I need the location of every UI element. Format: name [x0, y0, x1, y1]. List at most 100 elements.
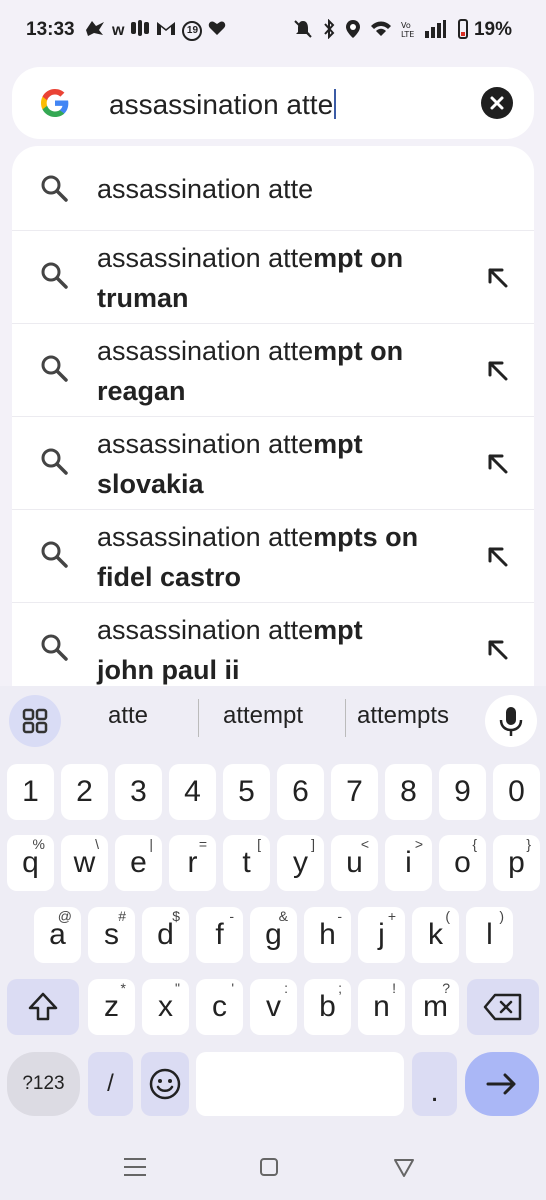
- key-alt-symbol: }: [526, 836, 531, 852]
- key-label: e: [130, 846, 147, 879]
- key-label: w: [73, 846, 96, 879]
- notification-icons: w 19: [84, 18, 226, 43]
- svg-text:Vo: Vo: [401, 21, 411, 30]
- clear-button[interactable]: [481, 87, 513, 119]
- key-h[interactable]: h-: [304, 907, 351, 963]
- key-alt-symbol: \: [95, 836, 99, 852]
- search-icon: [41, 448, 68, 475]
- key-label: v: [266, 990, 281, 1023]
- key-m[interactable]: m?: [412, 979, 459, 1035]
- key-c[interactable]: c ': [196, 979, 243, 1035]
- key-label: i: [405, 846, 412, 879]
- key-r[interactable]: r =: [169, 835, 216, 891]
- key-2[interactable]: 2: [61, 764, 108, 820]
- key-i[interactable]: i >: [385, 835, 432, 891]
- key-5[interactable]: 5: [223, 764, 270, 820]
- fill-query-arrow-icon[interactable]: [482, 262, 512, 292]
- recents-icon[interactable]: [122, 1156, 148, 1178]
- battery-percent: 19%: [473, 19, 512, 40]
- key-9[interactable]: 9: [439, 764, 486, 820]
- back-icon[interactable]: [392, 1157, 416, 1179]
- key-alt-symbol: >: [414, 836, 423, 852]
- word-suggestion[interactable]: attempt: [223, 702, 303, 730]
- 19-badge-icon: 19: [182, 20, 203, 41]
- key-alt-symbol: %: [32, 836, 45, 852]
- period-key[interactable]: .: [412, 1052, 457, 1116]
- key-alt-symbol: ]: [311, 836, 315, 852]
- key-1[interactable]: 1: [7, 764, 54, 820]
- key-alt-symbol: -: [229, 908, 234, 924]
- key-g[interactable]: g &: [250, 907, 297, 963]
- key-3[interactable]: 3: [115, 764, 162, 820]
- search-bar[interactable]: assassination atte: [12, 67, 534, 139]
- search-input[interactable]: assassination atte: [109, 89, 337, 121]
- key-f[interactable]: f-: [196, 907, 243, 963]
- key-8[interactable]: 8: [385, 764, 432, 820]
- key-label: l: [486, 918, 493, 951]
- key-alt-symbol: :: [284, 980, 288, 996]
- key-alt-symbol: #: [118, 908, 126, 924]
- apps-grid-button[interactable]: [9, 695, 61, 747]
- suggestion-item[interactable]: assassination atte: [12, 146, 534, 231]
- key-0[interactable]: 0: [493, 764, 540, 820]
- key-label: f: [215, 918, 224, 951]
- backspace-key[interactable]: [467, 979, 539, 1035]
- key-alt-symbol: ): [499, 908, 504, 924]
- key-l[interactable]: l): [466, 907, 513, 963]
- space-key[interactable]: [196, 1052, 404, 1116]
- fill-query-arrow-icon[interactable]: [482, 448, 512, 478]
- key-a[interactable]: a @: [34, 907, 81, 963]
- word-suggestion[interactable]: attempts: [357, 702, 449, 730]
- key-q[interactable]: q%: [7, 835, 54, 891]
- key-d[interactable]: d $: [142, 907, 189, 963]
- key-k[interactable]: k(: [412, 907, 459, 963]
- suggestion-item[interactable]: assassination attempt on reagan: [12, 323, 534, 417]
- key-label: r: [187, 846, 198, 879]
- key-t[interactable]: t[: [223, 835, 270, 891]
- key-x[interactable]: x ": [142, 979, 189, 1035]
- suggestion-item[interactable]: assassination attempt john paul ii: [12, 602, 534, 686]
- key-y[interactable]: y]: [277, 835, 324, 891]
- fill-query-arrow-icon[interactable]: [482, 541, 512, 571]
- enter-key[interactable]: [465, 1052, 539, 1116]
- emoji-key[interactable]: [141, 1052, 189, 1116]
- audio-icon: [130, 19, 150, 42]
- key-alt-symbol: ?: [442, 980, 450, 996]
- key-j[interactable]: j +: [358, 907, 405, 963]
- key-n[interactable]: n!: [358, 979, 405, 1035]
- key-z[interactable]: z *: [88, 979, 135, 1035]
- home-icon[interactable]: [258, 1156, 280, 1178]
- key-w[interactable]: w \: [61, 835, 108, 891]
- w-icon: w: [112, 21, 125, 39]
- volte-icon: VoLTE: [401, 21, 414, 39]
- navigation-bar: [0, 1140, 546, 1200]
- key-alt-symbol: <: [360, 836, 369, 852]
- shift-key[interactable]: [7, 979, 79, 1035]
- bluetooth-icon: [324, 19, 335, 39]
- key-u[interactable]: u <: [331, 835, 378, 891]
- voice-input-button[interactable]: [485, 695, 537, 747]
- key-o[interactable]: o{: [439, 835, 486, 891]
- key-alt-symbol: [: [257, 836, 261, 852]
- symbols-key[interactable]: ?123: [7, 1052, 80, 1116]
- word-suggestion[interactable]: atte: [108, 702, 148, 730]
- suggestion-item[interactable]: assassination attempt slovakia: [12, 416, 534, 510]
- fill-query-arrow-icon[interactable]: [482, 355, 512, 385]
- key-4[interactable]: 4: [169, 764, 216, 820]
- emoji-icon: [149, 1068, 181, 1100]
- suggestion-list: assassination atte assassination attempt…: [12, 146, 534, 686]
- suggestion-item[interactable]: assassination attempt on truman: [12, 230, 534, 324]
- key-label: c: [212, 990, 227, 1023]
- key-v[interactable]: v:: [250, 979, 297, 1035]
- key-6[interactable]: 6: [277, 764, 324, 820]
- battery-icon: [458, 19, 468, 39]
- key-b[interactable]: b;: [304, 979, 351, 1035]
- key-p[interactable]: p}: [493, 835, 540, 891]
- fill-query-arrow-icon[interactable]: [482, 634, 512, 664]
- key-s[interactable]: s #: [88, 907, 135, 963]
- suggestion-item[interactable]: assassination attempts on fidel castro: [12, 509, 534, 603]
- suggestion-text: assassination atte: [97, 174, 314, 204]
- key-e[interactable]: e |: [115, 835, 162, 891]
- key-7[interactable]: 7: [331, 764, 378, 820]
- slash-key[interactable]: /: [88, 1052, 133, 1116]
